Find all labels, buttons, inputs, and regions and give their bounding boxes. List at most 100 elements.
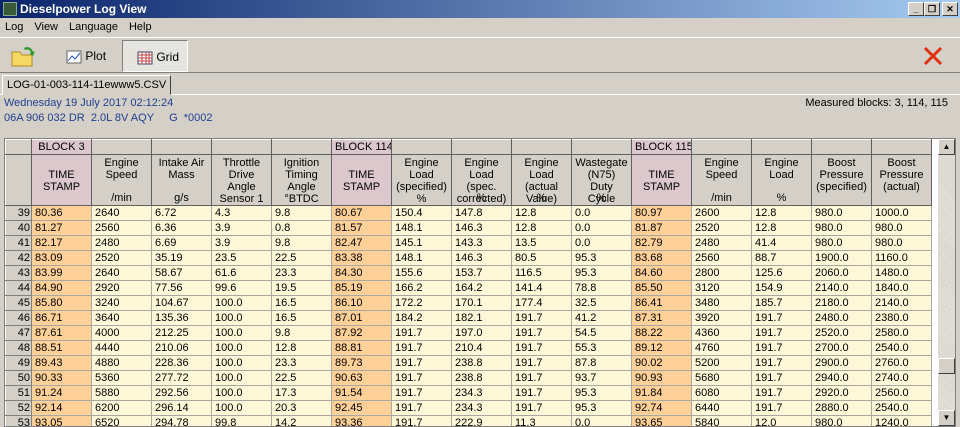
column-header[interactable]: Wastegate (N75) Duty Cycle% <box>571 154 632 206</box>
table-cell: 3640 <box>91 310 152 326</box>
table-row[interactable]: 47 87.61 4000 212.25 100.0 9.8 87.92 191.7 197.0… <box>5 325 932 341</box>
column-header[interactable]: Engine Load (specified) % <box>391 154 452 206</box>
block-label <box>391 139 452 155</box>
table-cell: 2800 <box>691 265 752 281</box>
column-header[interactable]: Engine Load% <box>751 154 812 206</box>
table-cell: 95.3 <box>571 400 632 416</box>
plot-button[interactable]: Plot <box>66 40 116 72</box>
table-cell: 2920 <box>91 280 152 296</box>
table-cell: 99.8 <box>211 415 272 426</box>
table-row[interactable]: 42 83.09 2520 35.19 23.5 22.5 83.38 148.1 146.3 8… <box>5 250 932 266</box>
row-number[interactable]: 45 <box>5 295 32 311</box>
restore-button[interactable]: ❐ <box>924 2 940 16</box>
row-number[interactable]: 41 <box>5 235 32 251</box>
table-cell: 143.3 <box>451 235 512 251</box>
table-cell: 80.36 <box>31 205 92 221</box>
table-row[interactable]: 48 88.51 4440 210.06 100.0 12.8 88.81 191.7 210.… <box>5 340 932 356</box>
table-cell: 177.4 <box>511 295 572 311</box>
table-cell: 12.8 <box>511 220 572 236</box>
table-row[interactable]: 50 90.33 5360 277.72 100.0 22.5 90.63 191.7 238.… <box>5 370 932 386</box>
row-number[interactable]: 43 <box>5 265 32 281</box>
grid-button[interactable]: Grid <box>122 40 188 72</box>
vertical-scrollbar[interactable]: ▲ ▼ <box>938 139 955 426</box>
table-cell: 191.7 <box>751 385 812 401</box>
table-cell: 80.67 <box>331 205 392 221</box>
table-cell: 980.0 <box>811 235 872 251</box>
column-header[interactable]: TIME STAMP <box>331 154 392 206</box>
row-number[interactable]: 39 <box>5 205 32 221</box>
column-header-label: Ignition Timing Angle °BTDC <box>283 157 320 205</box>
table-cell: 210.06 <box>151 340 212 356</box>
menu-view[interactable]: View <box>29 18 64 36</box>
row-number[interactable]: 46 <box>5 310 32 326</box>
table-row[interactable]: 52 92.14 6200 296.14 100.0 20.3 92.45 191.7 234.… <box>5 400 932 416</box>
tab-log-file[interactable]: LOG-01-003-114-11ewww5.CSV <box>2 75 172 95</box>
minimize-button[interactable]: _ <box>908 2 924 16</box>
row-number[interactable]: 42 <box>5 250 32 266</box>
column-header[interactable]: TIME STAMP <box>31 154 92 206</box>
column-header-unit: % <box>536 192 547 204</box>
column-header[interactable]: Engine Load (actual Value)% <box>511 154 572 206</box>
column-header[interactable]: Engine Speed/min <box>91 154 152 206</box>
table-cell: 296.14 <box>151 400 212 416</box>
column-header[interactable]: Throttle Drive Angle Sensor 1 <box>211 154 272 206</box>
column-header-unit: % <box>476 192 487 204</box>
row-number[interactable]: 47 <box>5 325 32 341</box>
scroll-thumb[interactable] <box>938 358 955 374</box>
plot-icon <box>66 50 82 64</box>
column-header-label: Engine Load <box>764 157 799 181</box>
column-header[interactable]: Engine Speed/min <box>691 154 752 206</box>
open-log-button[interactable] <box>10 40 40 72</box>
column-header[interactable]: TIME STAMP <box>631 154 692 206</box>
table-cell: 2640 <box>91 205 152 221</box>
table-cell: 277.72 <box>151 370 212 386</box>
table-row[interactable]: 45 85.80 3240 104.67 100.0 16.5 86.10 172.2 170.… <box>5 295 932 311</box>
table-row[interactable]: 39 80.36 2640 6.72 4.3 9.8 80.67 150.4 147.8 12.8… <box>5 205 932 221</box>
table-row[interactable]: 40 81.27 2560 6.36 3.9 0.8 81.57 148.1 146.3 12.8… <box>5 220 932 236</box>
table-cell: 100.0 <box>211 400 272 416</box>
scroll-down-button[interactable]: ▼ <box>938 410 955 426</box>
table-cell: 16.5 <box>271 295 332 311</box>
table-cell: 2480 <box>91 235 152 251</box>
log-date: Wednesday 19 July 2017 02:12:24 <box>4 97 174 109</box>
row-number[interactable]: 50 <box>5 370 32 386</box>
table-cell: 5680 <box>691 370 752 386</box>
row-number[interactable]: 48 <box>5 340 32 356</box>
column-header[interactable]: Boost Pressure (actual) <box>871 154 932 206</box>
table-row[interactable]: 49 89.43 4880 228.36 100.0 23.3 89.73 191.7 238.… <box>5 355 932 371</box>
close-window-button[interactable]: ✕ <box>942 2 958 16</box>
table-cell: 125.6 <box>751 265 812 281</box>
row-number[interactable]: 53 <box>5 415 32 426</box>
menu-help[interactable]: Help <box>124 18 158 36</box>
row-number[interactable]: 49 <box>5 355 32 371</box>
table-cell: 93.65 <box>631 415 692 426</box>
column-header[interactable]: Boost Pressure (specified) <box>811 154 872 206</box>
table-row[interactable]: 53 93.05 6520 294.78 99.8 14.2 93.36 191.7 222.9… <box>5 415 932 426</box>
table-row[interactable]: 44 84.90 2920 77.56 99.6 19.5 85.19 166.2 164.2 1… <box>5 280 932 296</box>
table-cell: 191.7 <box>511 340 572 356</box>
table-cell: 99.6 <box>211 280 272 296</box>
table-cell: 2560 <box>691 250 752 266</box>
table-row[interactable]: 46 86.71 3640 135.36 100.0 16.5 87.01 184.2 182.… <box>5 310 932 326</box>
table-cell: 150.4 <box>391 205 452 221</box>
table-cell: 164.2 <box>451 280 512 296</box>
table-cell: 980.0 <box>811 205 872 221</box>
menu-language[interactable]: Language <box>64 18 124 36</box>
table-row[interactable]: 51 91.24 5880 292.56 100.0 17.3 91.54 191.7 234.… <box>5 385 932 401</box>
table-row[interactable]: 41 82.17 2480 6.69 3.9 9.8 82.47 145.1 143.3 13.5… <box>5 235 932 251</box>
table-row[interactable]: 43 83.99 2640 58.67 61.6 23.3 84.30 155.6 153.7 1… <box>5 265 932 281</box>
table-cell: 197.0 <box>451 325 512 341</box>
column-header[interactable]: Ignition Timing Angle °BTDC <box>271 154 332 206</box>
menu-log[interactable]: Log <box>0 18 29 36</box>
scroll-up-button[interactable]: ▲ <box>938 139 955 155</box>
column-header[interactable]: Intake Air Mass g/s <box>151 154 212 206</box>
table-cell: 5200 <box>691 355 752 371</box>
close-log-button[interactable] <box>922 40 946 72</box>
row-number[interactable]: 44 <box>5 280 32 296</box>
row-number[interactable]: 40 <box>5 220 32 236</box>
table-cell: 191.7 <box>751 370 812 386</box>
table-cell: 81.27 <box>31 220 92 236</box>
row-number[interactable]: 52 <box>5 400 32 416</box>
row-number[interactable]: 51 <box>5 385 32 401</box>
column-header[interactable]: Engine Load (spec. corrected)% <box>451 154 512 206</box>
